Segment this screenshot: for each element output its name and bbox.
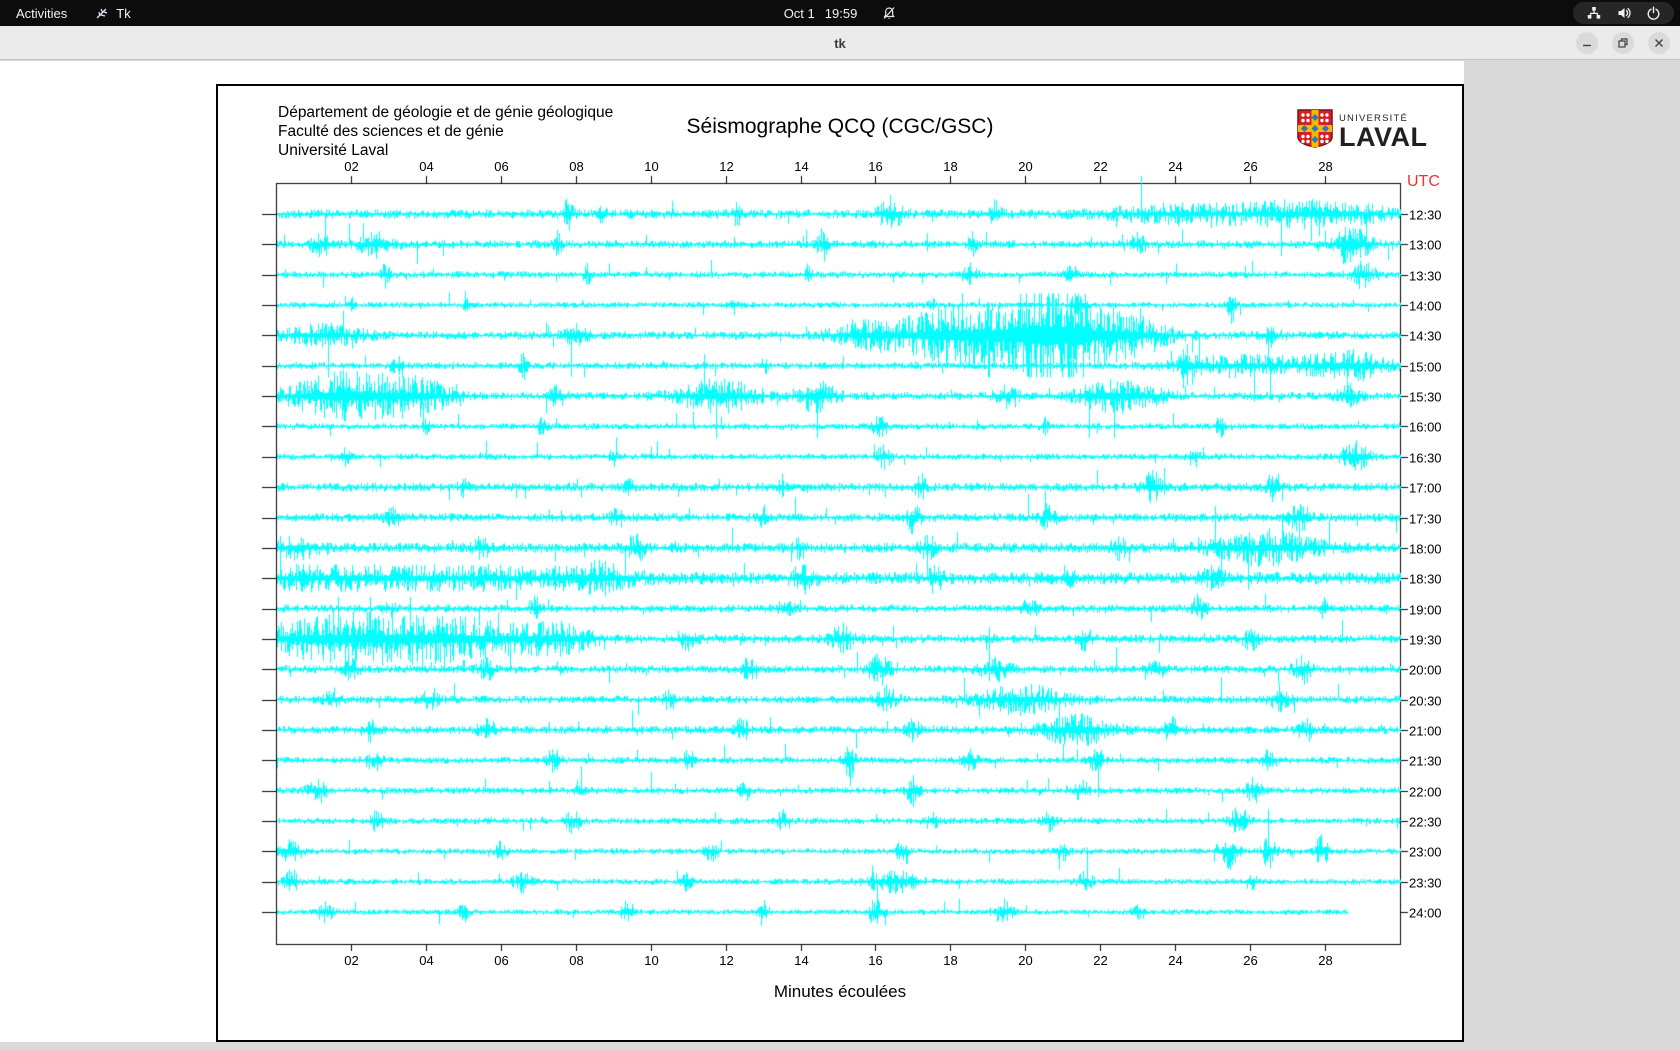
x-tick-label-top: 06 xyxy=(494,159,508,174)
x-tick-label-top: 12 xyxy=(719,159,733,174)
time-label: 15:00 xyxy=(1409,359,1442,374)
activities-button[interactable]: Activities xyxy=(16,0,67,26)
activities-label: Activities xyxy=(16,6,67,21)
power-icon xyxy=(1646,6,1661,21)
x-tick-label-top: 18 xyxy=(943,159,957,174)
x-tick-label-top: 04 xyxy=(419,159,433,174)
network-icon xyxy=(1586,5,1602,21)
clock-menu[interactable]: Oct 1 19:59 xyxy=(784,0,897,26)
time-label: 14:00 xyxy=(1409,298,1442,313)
time-label: 18:30 xyxy=(1409,571,1442,586)
x-tick-label-bottom: 28 xyxy=(1318,953,1332,968)
time-label: 24:00 xyxy=(1409,905,1442,920)
x-tick-label-top: 08 xyxy=(569,159,583,174)
app-menu[interactable]: Tk xyxy=(95,0,130,26)
figure-title: Séismographe QCQ (CGC/GSC) xyxy=(218,115,1462,139)
x-tick-label-top: 26 xyxy=(1243,159,1257,174)
time-label: 21:00 xyxy=(1409,723,1442,738)
time-label: 20:00 xyxy=(1409,662,1442,677)
time-label: 15:30 xyxy=(1409,389,1442,404)
app-menu-label: Tk xyxy=(116,6,130,21)
x-tick-label-bottom: 12 xyxy=(719,953,733,968)
x-tick-label-bottom: 20 xyxy=(1018,953,1032,968)
time-label: 21:30 xyxy=(1409,753,1442,768)
x-tick-label-bottom: 02 xyxy=(344,953,358,968)
x-tick-label-bottom: 22 xyxy=(1093,953,1107,968)
clock-date: Oct 1 xyxy=(784,6,815,21)
system-status-area[interactable] xyxy=(1573,2,1674,24)
time-label: 17:00 xyxy=(1409,480,1442,495)
tk-feather-icon xyxy=(95,6,109,20)
time-label: 13:00 xyxy=(1409,237,1442,252)
time-label: 22:30 xyxy=(1409,814,1442,829)
time-label: 13:30 xyxy=(1409,268,1442,283)
time-label: 16:30 xyxy=(1409,450,1442,465)
x-tick-label-top: 22 xyxy=(1093,159,1107,174)
time-label: 19:00 xyxy=(1409,602,1442,617)
seismograph-figure: Département de géologie et de génie géol… xyxy=(216,84,1464,1042)
time-label: 16:00 xyxy=(1409,419,1442,434)
close-button[interactable] xyxy=(1648,32,1670,54)
clock-time: 19:59 xyxy=(825,6,858,21)
minimize-button[interactable] xyxy=(1576,32,1598,54)
window-title: tk xyxy=(0,26,1680,60)
time-label: 18:00 xyxy=(1409,541,1442,556)
x-tick-label-top: 16 xyxy=(868,159,882,174)
seismograph-canvas xyxy=(218,86,1462,1040)
x-axis-title: Minutes écoulées xyxy=(218,982,1462,1002)
time-label: 19:30 xyxy=(1409,632,1442,647)
gnome-top-bar: Activities Tk Oct 1 19:59 xyxy=(0,0,1680,26)
volume-icon xyxy=(1616,5,1632,21)
utc-label: UTC xyxy=(1407,173,1440,191)
x-tick-label-top: 10 xyxy=(644,159,658,174)
x-tick-label-top: 20 xyxy=(1018,159,1032,174)
x-tick-label-bottom: 04 xyxy=(419,953,433,968)
maximize-button[interactable] xyxy=(1612,32,1634,54)
time-label: 20:30 xyxy=(1409,693,1442,708)
universite-laval-logo: UNIVERSITÉ LAVAL xyxy=(1297,109,1427,153)
x-tick-label-bottom: 26 xyxy=(1243,953,1257,968)
time-label: 14:30 xyxy=(1409,328,1442,343)
notifications-disabled-icon xyxy=(881,6,896,21)
time-label: 23:30 xyxy=(1409,875,1442,890)
x-tick-label-top: 24 xyxy=(1168,159,1182,174)
x-tick-label-bottom: 18 xyxy=(943,953,957,968)
time-label: 17:30 xyxy=(1409,511,1442,526)
window-titlebar[interactable]: tk xyxy=(0,26,1680,60)
x-tick-label-bottom: 16 xyxy=(868,953,882,968)
x-tick-label-bottom: 06 xyxy=(494,953,508,968)
x-tick-label-bottom: 10 xyxy=(644,953,658,968)
x-tick-label-bottom: 24 xyxy=(1168,953,1182,968)
x-tick-label-top: 14 xyxy=(794,159,808,174)
logo-laval-label: LAVAL xyxy=(1339,124,1427,150)
x-tick-label-top: 02 xyxy=(344,159,358,174)
time-label: 23:00 xyxy=(1409,844,1442,859)
x-tick-label-bottom: 08 xyxy=(569,953,583,968)
x-tick-label-top: 28 xyxy=(1318,159,1332,174)
time-label: 22:00 xyxy=(1409,784,1442,799)
laval-shield-icon xyxy=(1297,109,1333,153)
x-tick-label-bottom: 14 xyxy=(794,953,808,968)
time-label: 12:30 xyxy=(1409,207,1442,222)
header-line-3: Université Laval xyxy=(278,141,613,160)
